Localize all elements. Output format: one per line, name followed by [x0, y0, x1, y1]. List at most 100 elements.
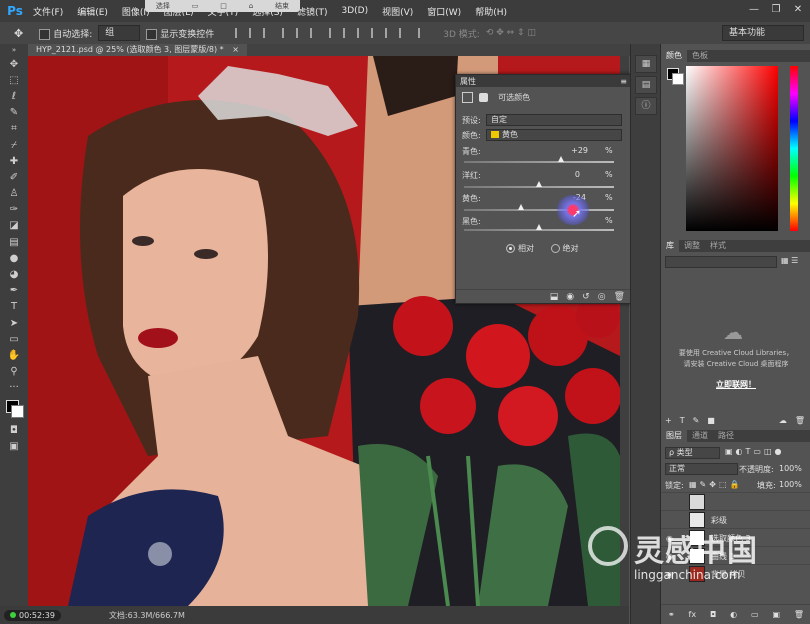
properties-panel-icon[interactable]: ▤: [635, 76, 657, 94]
delete-layer-icon[interactable]: 🗑: [794, 610, 804, 619]
add-mask-icon[interactable]: ◘: [710, 610, 716, 619]
mask-icon[interactable]: [478, 93, 488, 102]
go-online-link[interactable]: 立即联网！: [661, 379, 810, 390]
type-icon[interactable]: T: [0, 299, 28, 315]
brush-icon[interactable]: ✐: [0, 169, 28, 185]
fill-value[interactable]: 100%: [779, 480, 802, 489]
library-delete-icon[interactable]: 🗑: [795, 416, 805, 425]
menu-file[interactable]: 文件(F): [26, 5, 70, 18]
layer-row[interactable]: [661, 492, 810, 511]
black-slider-thumb[interactable]: [536, 224, 542, 230]
layer-filter-icons[interactable]: ▣◐T▭◫●: [725, 447, 785, 456]
delete-icon[interactable]: 🗑: [614, 292, 625, 302]
tab-color[interactable]: 颜色: [661, 50, 687, 62]
workspace-dropdown[interactable]: 基本功能: [722, 25, 804, 41]
brush-asset-icon[interactable]: ✎: [693, 416, 700, 425]
rect-icon[interactable]: ▭: [192, 2, 199, 10]
magenta-value[interactable]: 0: [540, 170, 580, 179]
absolute-radio[interactable]: [550, 244, 560, 253]
tab-styles[interactable]: 样式: [705, 240, 731, 252]
tab-libraries[interactable]: 库: [661, 240, 679, 252]
clip-to-layer-icon[interactable]: ⬓: [550, 292, 559, 302]
sync-icon[interactable]: ☁: [779, 416, 787, 425]
floating-select-button[interactable]: 选择: [156, 1, 170, 11]
floating-end-button[interactable]: 结束: [275, 1, 289, 11]
screen-mode-icon[interactable]: ▣: [0, 438, 28, 454]
visibility-eye-icon[interactable]: ◎: [598, 292, 606, 302]
background-color[interactable]: [672, 73, 684, 85]
hue-slider[interactable]: [790, 66, 798, 231]
new-layer-icon[interactable]: ▣: [772, 610, 780, 619]
lock-icons[interactable]: ▦✎✥⬚🔒: [689, 480, 742, 489]
tools-collapse-icon[interactable]: »: [0, 44, 28, 56]
move-tool-icon[interactable]: ✥: [14, 27, 23, 40]
relative-radio[interactable]: [506, 244, 515, 253]
align-right-icon[interactable]: [310, 28, 322, 38]
hand-icon[interactable]: ✋: [0, 347, 28, 363]
distribute-center-icon[interactable]: [385, 28, 397, 38]
history-brush-icon[interactable]: ✑: [0, 202, 28, 218]
distribute-middle-icon[interactable]: [343, 28, 355, 38]
blur-icon[interactable]: ●: [0, 250, 28, 266]
view-previous-icon[interactable]: ◉: [566, 292, 574, 302]
menu-3d[interactable]: 3D(D): [334, 6, 375, 16]
healing-brush-icon[interactable]: ✚: [0, 153, 28, 169]
eyedropper-icon[interactable]: ⌿: [0, 137, 28, 153]
reset-icon[interactable]: ↺: [582, 292, 590, 302]
menu-view[interactable]: 视图(V): [375, 5, 420, 18]
distribute-bottom-icon[interactable]: [357, 28, 369, 38]
menu-help[interactable]: 帮助(H): [468, 5, 514, 18]
move-icon[interactable]: ✥: [0, 56, 28, 72]
minimize-button[interactable]: —: [746, 3, 762, 17]
color-picker-field[interactable]: [686, 66, 778, 231]
more-tools-icon[interactable]: ···: [0, 380, 28, 396]
align-top-icon[interactable]: [235, 28, 247, 38]
blend-mode-dropdown[interactable]: 正常: [665, 463, 738, 475]
add-content-icon[interactable]: +: [665, 416, 672, 425]
cyan-slider-thumb[interactable]: [557, 156, 564, 162]
info-panel-icon[interactable]: ⓘ: [635, 97, 657, 115]
distribute-right-icon[interactable]: [399, 28, 411, 38]
distribute-left-icon[interactable]: [371, 28, 383, 38]
properties-tab[interactable]: 属性: [460, 76, 476, 87]
magenta-slider-thumb[interactable]: [536, 181, 542, 187]
properties-header[interactable]: 属性 ≡: [456, 75, 631, 87]
crop-icon[interactable]: ⌗: [0, 121, 28, 137]
auto-select-checkbox[interactable]: [39, 28, 51, 40]
lasso-icon[interactable]: ℓ: [0, 88, 28, 104]
panel-menu-icon[interactable]: ≡: [620, 77, 627, 86]
rectangle-icon[interactable]: ▭: [0, 331, 28, 347]
menu-edit[interactable]: 编辑(E): [70, 5, 115, 18]
history-panel-icon[interactable]: ▦: [635, 55, 657, 73]
pen-icon[interactable]: ✒: [0, 283, 28, 299]
tab-swatches[interactable]: 色板: [687, 50, 713, 62]
yellow-slider-thumb[interactable]: [518, 204, 524, 210]
color-asset-icon[interactable]: ■: [707, 416, 715, 425]
distribute-top-icon[interactable]: [329, 28, 341, 38]
cyan-slider-track[interactable]: [464, 161, 614, 163]
clone-stamp-icon[interactable]: ♙: [0, 186, 28, 202]
preset-dropdown[interactable]: 自定: [486, 114, 622, 126]
link-layers-icon[interactable]: ⚭: [668, 610, 675, 619]
opacity-value[interactable]: 100%: [779, 464, 802, 473]
tab-adjustments[interactable]: 调整: [679, 240, 705, 252]
menu-window[interactable]: 窗口(W): [420, 5, 468, 18]
dodge-icon[interactable]: ◕: [0, 266, 28, 282]
3d-tools-icon[interactable]: ⟲ ✥ ⇔ ⇕ ◫: [486, 28, 536, 38]
close-button[interactable]: ✕: [790, 3, 806, 17]
tab-paths[interactable]: 路径: [713, 430, 739, 442]
document-tab[interactable]: HYP_2121.psd @ 25% (选取颜色 3, 图层蒙版/8) * ×: [28, 44, 247, 56]
cyan-value[interactable]: +29: [548, 146, 588, 155]
path-select-icon[interactable]: ➤: [0, 315, 28, 331]
auto-select-dropdown[interactable]: 组: [98, 25, 141, 41]
align-left-icon[interactable]: [282, 28, 294, 38]
quick-select-icon[interactable]: ✎: [0, 105, 28, 121]
color-swatches[interactable]: [0, 396, 28, 422]
new-adjustment-icon[interactable]: ◐: [730, 610, 737, 619]
fx-icon[interactable]: fx: [689, 610, 697, 619]
align-center-icon[interactable]: [296, 28, 308, 38]
text-icon[interactable]: T: [680, 416, 685, 425]
align-bottom-icon[interactable]: [263, 28, 275, 38]
square-icon[interactable]: □: [220, 2, 227, 10]
tab-layers[interactable]: 图层: [661, 430, 687, 442]
